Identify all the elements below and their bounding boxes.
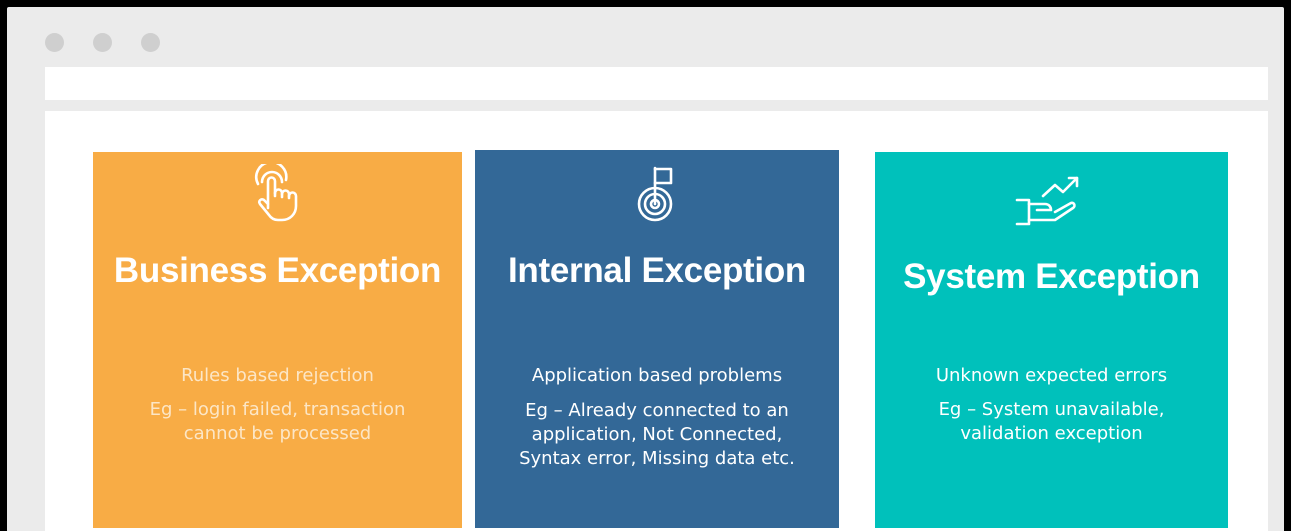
card-subtitle: Application based problems [531, 365, 783, 386]
window-controls [45, 33, 160, 52]
card-description: Eg – login failed, transaction cannot be… [149, 399, 406, 444]
card-internal-exception: Internal Exception Application based pro… [475, 150, 839, 528]
card-business-exception: Business Exception Rules based rejection… [93, 152, 462, 528]
card-title: System Exception [903, 257, 1200, 296]
tap-hand-icon [248, 164, 308, 224]
card-subtitle: Rules based rejection [181, 365, 374, 386]
address-bar[interactable] [45, 67, 1268, 100]
card-title: Internal Exception [508, 251, 806, 290]
window-dot-minimize[interactable] [93, 33, 112, 52]
browser-window: Business Exception Rules based rejection… [7, 7, 1284, 531]
hand-growth-chart-icon [1007, 172, 1097, 232]
target-flag-icon [627, 164, 687, 224]
card-system-exception: System Exception Unknown expected errors… [875, 152, 1228, 528]
card-subtitle: Unknown expected errors [935, 365, 1168, 386]
window-dot-maximize[interactable] [141, 33, 160, 52]
card-description: Eg – System unavailable, validation exce… [938, 399, 1165, 444]
window-dot-close[interactable] [45, 33, 64, 52]
card-title: Business Exception [113, 251, 442, 290]
content-area: Business Exception Rules based rejection… [45, 111, 1268, 531]
card-description: Eg – Already connected to an application… [519, 400, 795, 469]
